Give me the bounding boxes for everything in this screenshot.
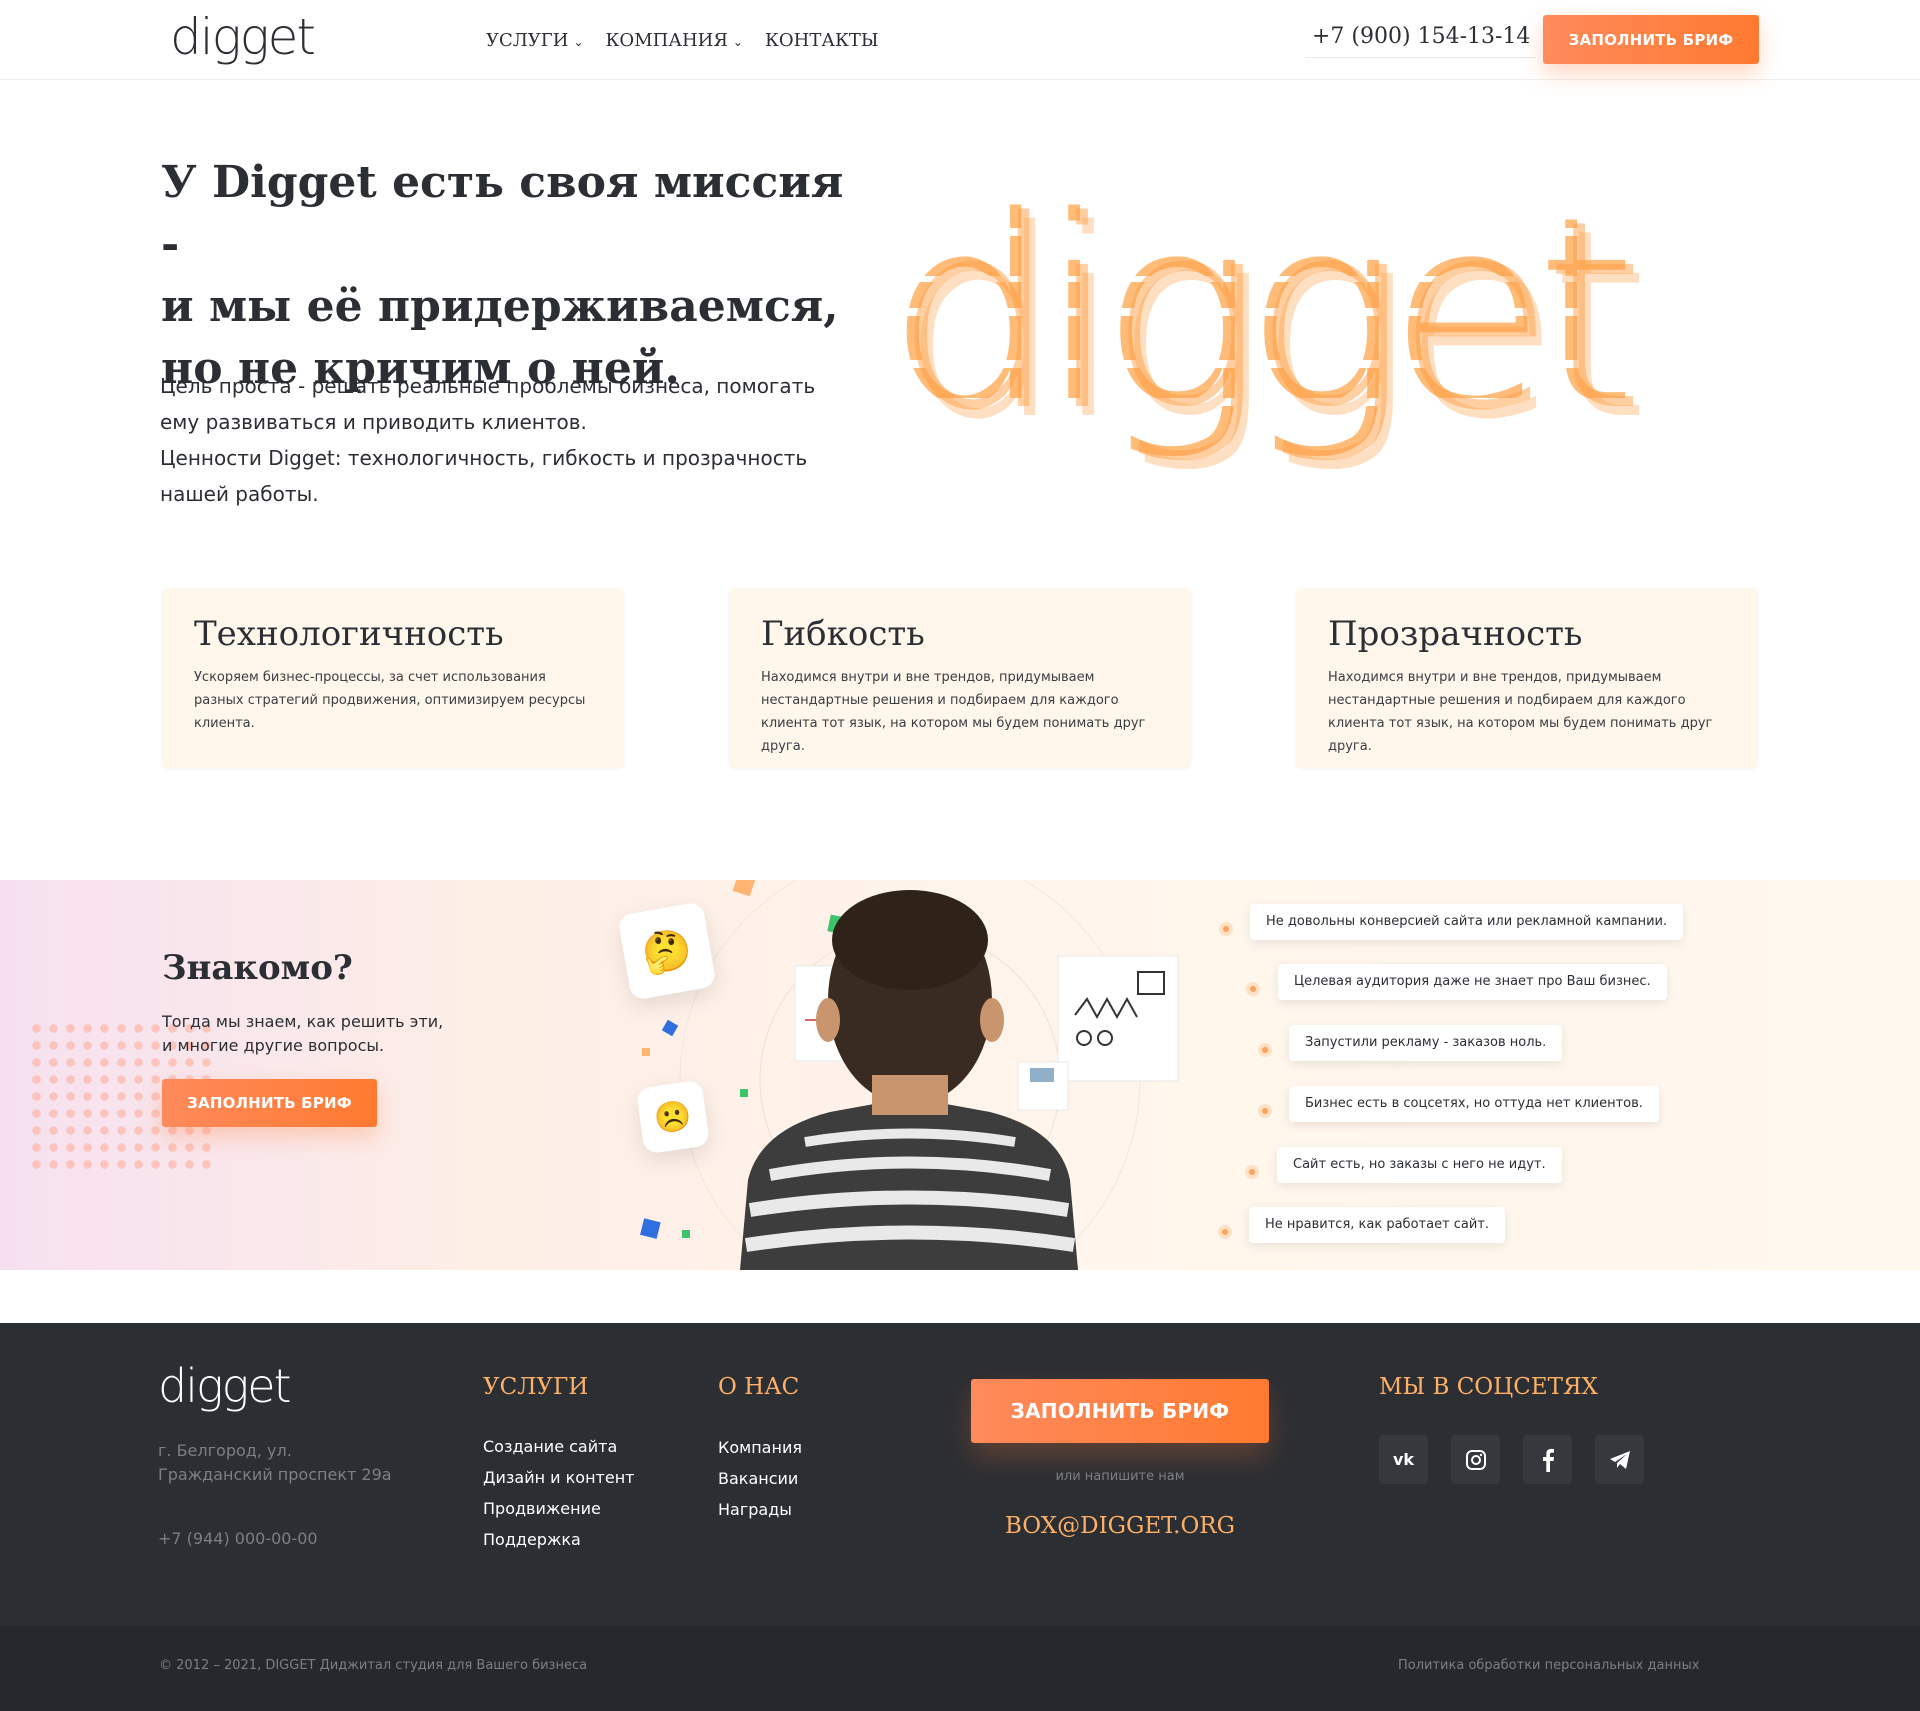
- value-card-technology: Технологичность Ускоряем бизнес-процессы…: [162, 588, 624, 768]
- pain-item: Сайт есть, но заказы с него не идут.: [1277, 1147, 1562, 1183]
- person-illustration: 🤔 ☹️: [600, 880, 1220, 1270]
- pain-item: Бизнес есть в соцсетях, но оттуда нет кл…: [1289, 1086, 1659, 1122]
- nav-item-contacts[interactable]: КОНТАКТЫ: [765, 30, 879, 51]
- nav-item-company[interactable]: КОМПАНИЯ ⌄: [606, 30, 743, 51]
- chevron-down-icon: ⌄: [732, 34, 743, 49]
- hero-title-line: и мы её придерживаемся,: [161, 281, 839, 332]
- site-header: digget УСЛУГИ ⌄ КОМПАНИЯ ⌄ КОНТАКТЫ +7 (…: [0, 0, 1920, 80]
- value-card-text: Находимся внутри и вне трендов, придумыв…: [761, 670, 1146, 754]
- value-card-text: Ускоряем бизнес-процессы, за счет исполь…: [194, 670, 586, 731]
- nav-item-services[interactable]: УСЛУГИ ⌄: [486, 30, 584, 51]
- footer-link[interactable]: Вакансии: [718, 1469, 802, 1500]
- footer-link[interactable]: Награды: [718, 1500, 802, 1531]
- footer-about-list: Компания Вакансии Награды: [718, 1438, 802, 1531]
- value-card-flexibility: Гибкость Находимся внутри и вне трендов,…: [729, 588, 1191, 768]
- hero-title-line: У Digget есть своя миссия -: [161, 157, 844, 270]
- main-nav: УСЛУГИ ⌄ КОМПАНИЯ ⌄ КОНТАКТЫ: [486, 30, 879, 51]
- hero-text-line: Ценности Digget: технологичность, гибкос…: [160, 446, 808, 470]
- familiar-text-line: и многие другие вопросы.: [162, 1036, 385, 1055]
- telegram-icon[interactable]: [1595, 1435, 1644, 1484]
- value-card-title: Прозрачность: [1328, 614, 1583, 654]
- value-card-title: Технологичность: [194, 614, 504, 654]
- fill-brief-button[interactable]: ЗАПОЛНИТЬ БРИФ: [162, 1079, 377, 1127]
- footer-link[interactable]: Поддержка: [483, 1530, 635, 1561]
- social-links: vk: [1379, 1435, 1644, 1484]
- pain-item: Не нравится, как работает сайт.: [1249, 1207, 1506, 1243]
- instagram-icon[interactable]: [1451, 1435, 1500, 1484]
- hero-text-line: Цель проста - решать реальные проблемы б…: [160, 374, 816, 398]
- familiar-title: Знакомо?: [162, 948, 353, 988]
- pain-item: Целевая аудитория даже не знает про Ваш …: [1278, 964, 1667, 1000]
- pain-dot-icon: [1246, 982, 1260, 996]
- hero-description: Цель проста - решать реальные проблемы б…: [160, 368, 840, 512]
- thinking-emoji-icon: 🤔: [617, 901, 717, 1001]
- footer-bottom-bar: © 2012 – 2021, DIGGET Диджитал студия дл…: [0, 1626, 1920, 1711]
- pain-dot-icon: [1245, 1165, 1259, 1179]
- privacy-policy-link[interactable]: Политика обработки персональных данных: [1398, 1658, 1699, 1673]
- value-card-transparency: Прозрачность Находимся внутри и вне трен…: [1296, 588, 1758, 768]
- value-card-text: Находимся внутри и вне трендов, придумыв…: [1328, 670, 1713, 754]
- fill-brief-button[interactable]: ЗАПОЛНИТЬ БРИФ: [1543, 15, 1759, 64]
- nav-item-label: КОНТАКТЫ: [764, 30, 879, 51]
- nav-item-label: КОМПАНИЯ: [605, 30, 728, 51]
- footer-link[interactable]: Продвижение: [483, 1499, 635, 1530]
- fill-brief-button[interactable]: ЗАПОЛНИТЬ БРИФ: [971, 1379, 1269, 1443]
- footer-link[interactable]: Дизайн и контент: [483, 1468, 635, 1499]
- footer-services-list: Создание сайта Дизайн и контент Продвиже…: [483, 1437, 635, 1561]
- footer-link[interactable]: Компания: [718, 1438, 802, 1469]
- header-logo[interactable]: digget: [170, 8, 316, 66]
- facebook-icon[interactable]: [1523, 1435, 1572, 1484]
- big-logo-offset: digget: [894, 170, 1637, 468]
- vk-icon[interactable]: vk: [1379, 1435, 1428, 1484]
- pain-dot-icon: [1258, 1043, 1272, 1057]
- familiar-text-line: Тогда мы знаем, как решить эти,: [162, 1012, 444, 1031]
- value-card-title: Гибкость: [761, 614, 925, 654]
- pain-dot-icon: [1258, 1104, 1272, 1118]
- footer-email-link[interactable]: BOX@DIGGET.ORG: [971, 1513, 1269, 1539]
- pain-dot-icon: [1218, 1225, 1232, 1239]
- glitch-logo-illustration: digget digget digget: [886, 170, 1655, 477]
- chevron-down-icon: ⌄: [573, 34, 584, 49]
- footer-address: г. Белгород, ул. Гражданский проспект 29…: [158, 1441, 392, 1484]
- header-phone[interactable]: +7 (900) 154-13-14: [1306, 24, 1537, 58]
- familiar-text: Тогда мы знаем, как решить эти, и многие…: [162, 1010, 462, 1058]
- or-write-label: или напишите нам: [1055, 1469, 1185, 1484]
- footer-phone[interactable]: +7 (944) 000-00-00: [158, 1529, 318, 1548]
- pain-dot-icon: [1219, 922, 1233, 936]
- footer-about-title: О НАС: [718, 1374, 800, 1400]
- copyright-text: © 2012 – 2021, DIGGET Диджитал студия дл…: [159, 1658, 588, 1673]
- footer-services-title: УСЛУГИ: [483, 1374, 589, 1400]
- hero-title: У Digget есть своя миссия - и мы её прид…: [161, 152, 861, 400]
- familiar-section: Знакомо? Тогда мы знаем, как решить эти,…: [0, 880, 1920, 1270]
- footer-logo[interactable]: digget: [158, 1359, 292, 1413]
- pain-item: Не довольны конверсией сайта или рекламн…: [1250, 904, 1684, 940]
- footer-link[interactable]: Создание сайта: [483, 1437, 635, 1468]
- pain-item: Запустили рекламу - заказов ноль.: [1289, 1025, 1563, 1061]
- sad-emoji-icon: ☹️: [635, 1079, 711, 1155]
- footer-social-title: МЫ В СОЦСЕТЯХ: [1379, 1374, 1598, 1400]
- hero-text-line: ему развиваться и приводить клиентов.: [160, 410, 587, 434]
- nav-item-label: УСЛУГИ: [486, 30, 569, 51]
- hero-text-line: нашей работы.: [160, 482, 319, 506]
